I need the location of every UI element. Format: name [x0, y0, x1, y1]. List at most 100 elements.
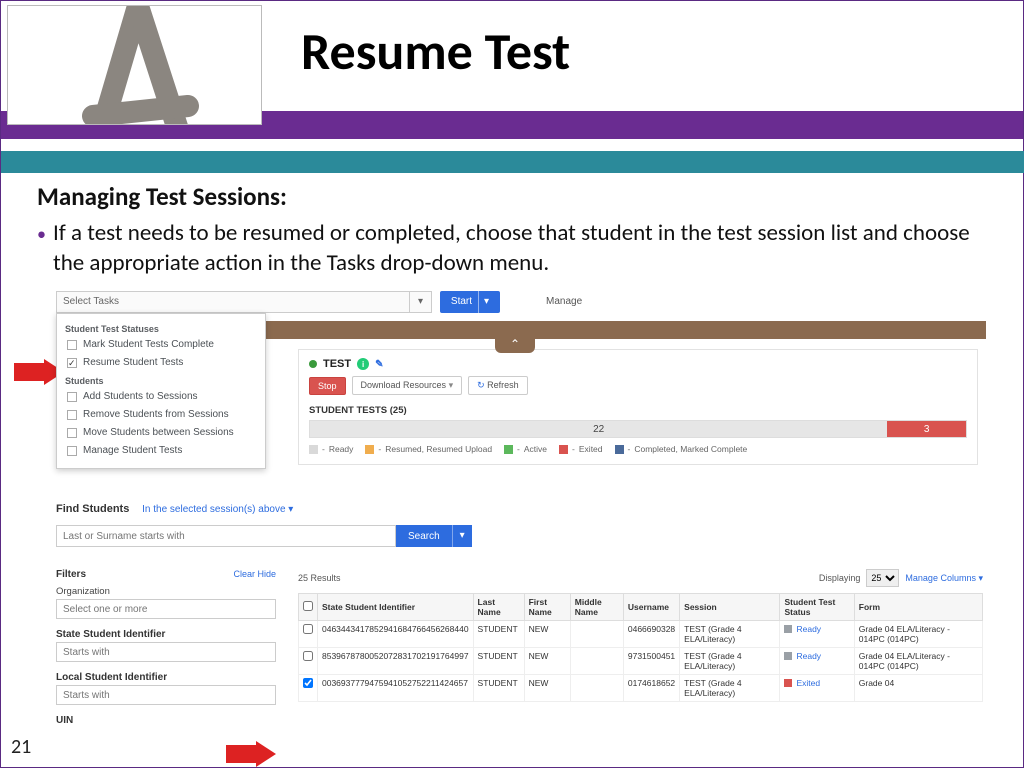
- info-icon[interactable]: i: [357, 358, 369, 370]
- checkbox-icon[interactable]: [67, 446, 77, 456]
- cell-user: 0466690328: [623, 621, 679, 648]
- find-students-row: Find Students In the selected session(s)…: [56, 503, 986, 515]
- cell-ssi: 0463443417852941684766456268440: [318, 621, 474, 648]
- chevron-down-icon: ▾: [409, 292, 431, 312]
- table-row: 0463443417852941684766456268440STUDENTNE…: [299, 621, 983, 648]
- swatch-icon: [365, 445, 374, 454]
- legend-label: Completed, Marked Complete: [634, 444, 747, 454]
- bar-segment-exited: 3: [887, 421, 966, 437]
- slide-subtitle: Managing Test Sessions:: [37, 181, 287, 212]
- filter-ssi-input[interactable]: [56, 642, 276, 662]
- select-tasks-dropdown[interactable]: Select Tasks ▾: [56, 291, 432, 313]
- stop-button[interactable]: Stop: [309, 377, 346, 395]
- col-user[interactable]: Username: [623, 594, 679, 621]
- chevron-down-icon: ▾: [478, 291, 489, 313]
- checkbox-icon[interactable]: [67, 410, 77, 420]
- col-status[interactable]: Student Test Status: [780, 594, 854, 621]
- table-row: 0036937779475941052752211424657STUDENTNE…: [299, 675, 983, 702]
- filters-panel: Filters Clear Hide Organization State Stu…: [56, 569, 276, 726]
- col-last[interactable]: Last Name: [473, 594, 524, 621]
- cell-last: STUDENT: [473, 621, 524, 648]
- cell-first: NEW: [524, 621, 570, 648]
- status-link[interactable]: Ready: [796, 651, 821, 661]
- checkbox-checked-icon[interactable]: [67, 358, 77, 368]
- page-number: 21: [11, 735, 31, 759]
- menu-item-label: Move Students between Sessions: [83, 426, 234, 440]
- select-all-checkbox[interactable]: [303, 601, 313, 611]
- select-tasks-label: Select Tasks: [63, 296, 119, 307]
- filter-ssi-label: State Student Identifier: [56, 629, 276, 640]
- col-session[interactable]: Session: [680, 594, 780, 621]
- menu-item-label: Mark Student Tests Complete: [83, 338, 214, 352]
- students-table: State Student Identifier Last Name First…: [298, 593, 983, 702]
- red-arrow-callout-icon: [226, 741, 276, 767]
- find-students-label: Find Students: [56, 503, 129, 515]
- legend-label: Resumed, Resumed Upload: [385, 444, 492, 454]
- legend-label: Exited: [579, 444, 603, 454]
- filter-lsi-input[interactable]: [56, 685, 276, 705]
- page-size-select[interactable]: 25: [866, 569, 899, 587]
- search-input[interactable]: [56, 525, 396, 547]
- app-screenshot: Select Tasks ▾ Start ▾ Manage ⌃ Student T…: [56, 291, 986, 756]
- checkbox-icon[interactable]: [67, 428, 77, 438]
- teal-accent-bar: [1, 151, 1024, 173]
- bar-segment-ready: 22: [310, 421, 887, 437]
- cell-form: Grade 04 ELA/Literacy - 014PC (014PC): [854, 621, 982, 648]
- menu-item-manage-tests[interactable]: Manage Student Tests: [63, 442, 259, 460]
- status-link[interactable]: Ready: [796, 624, 821, 634]
- cell-last: STUDENT: [473, 675, 524, 702]
- collapse-tab-icon[interactable]: ⌃: [495, 337, 535, 353]
- menu-item-mark-complete[interactable]: Mark Student Tests Complete: [63, 336, 259, 354]
- checkbox-icon[interactable]: [67, 392, 77, 402]
- status-legend: - Ready - Resumed, Resumed Upload - Acti…: [309, 444, 967, 454]
- cell-first: NEW: [524, 648, 570, 675]
- cell-middle: [570, 648, 623, 675]
- filter-org-input[interactable]: [56, 599, 276, 619]
- col-ssi[interactable]: State Student Identifier: [318, 594, 474, 621]
- menu-item-label: Remove Students from Sessions: [83, 408, 229, 422]
- menu-item-label: Add Students to Sessions: [83, 390, 198, 404]
- row-checkbox[interactable]: [303, 651, 313, 661]
- start-button[interactable]: Start ▾: [440, 291, 500, 313]
- cell-middle: [570, 675, 623, 702]
- row-checkbox[interactable]: [303, 678, 313, 688]
- test-session-name: TEST i ✎: [309, 358, 967, 370]
- menu-item-add-students[interactable]: Add Students to Sessions: [63, 388, 259, 406]
- legend-label: Ready: [329, 444, 354, 454]
- filter-org-label: Organization: [56, 586, 276, 597]
- clear-hide-link[interactable]: Clear Hide: [233, 569, 276, 580]
- swatch-icon: [309, 445, 318, 454]
- manage-label: Manage: [546, 296, 582, 307]
- col-first[interactable]: First Name: [524, 594, 570, 621]
- find-scope-dropdown[interactable]: In the selected session(s) above: [142, 504, 293, 515]
- cell-user: 9731500451: [623, 648, 679, 675]
- filters-header: Filters: [56, 569, 86, 580]
- start-label: Start: [451, 296, 472, 307]
- refresh-button[interactable]: Refresh: [468, 376, 528, 395]
- search-button[interactable]: Search: [396, 525, 452, 547]
- checkbox-icon[interactable]: [67, 340, 77, 350]
- download-resources-button[interactable]: Download Resources: [352, 376, 463, 395]
- menu-item-resume-tests[interactable]: Resume Student Tests: [63, 354, 259, 372]
- col-middle[interactable]: Middle Name: [570, 594, 623, 621]
- manage-columns-link[interactable]: Manage Columns: [905, 573, 983, 584]
- row-checkbox[interactable]: [303, 624, 313, 634]
- menu-item-label: Resume Student Tests: [83, 356, 183, 370]
- swatch-icon: [504, 445, 513, 454]
- menu-item-move-students[interactable]: Move Students between Sessions: [63, 424, 259, 442]
- logo-letter-a: [28, 5, 228, 125]
- session-panel: TEST i ✎ Stop Download Resources Refresh…: [298, 349, 978, 465]
- search-dropdown-caret[interactable]: ▾: [452, 525, 472, 547]
- bullet-dot-icon: •: [37, 223, 46, 246]
- status-link[interactable]: Exited: [796, 678, 820, 688]
- logo-box: [7, 5, 262, 125]
- col-form[interactable]: Form: [854, 594, 982, 621]
- test-name-text: TEST: [323, 358, 351, 370]
- filter-lsi-label: Local Student Identifier: [56, 672, 276, 683]
- bullet-content: If a test needs to be resumed or complet…: [53, 219, 970, 277]
- menu-item-remove-students[interactable]: Remove Students from Sessions: [63, 406, 259, 424]
- table-row: 8539678780052072831702191764997STUDENTNE…: [299, 648, 983, 675]
- bullet-text: • If a test needs to be resumed or compl…: [53, 219, 993, 279]
- edit-pencil-icon[interactable]: ✎: [375, 359, 383, 370]
- student-tests-count-label: STUDENT TESTS (25): [309, 405, 967, 416]
